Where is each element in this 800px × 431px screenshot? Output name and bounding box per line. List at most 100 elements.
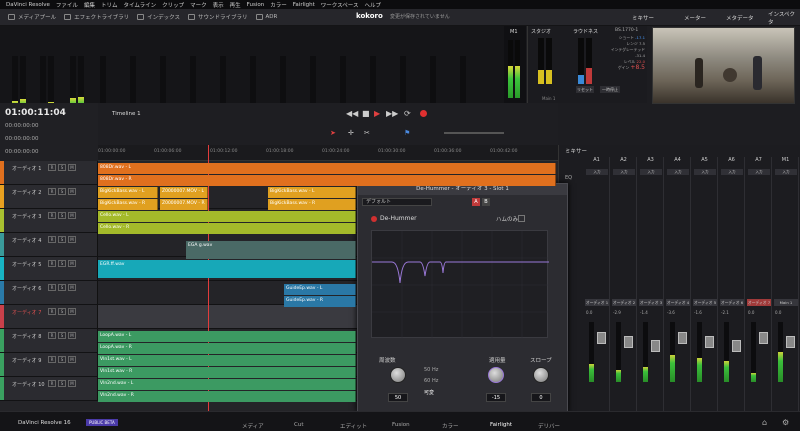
channel-fader[interactable] — [786, 336, 795, 348]
menu-mark[interactable]: マーク — [190, 1, 207, 9]
audio-clip[interactable]: BigKickBass.wav - L — [268, 187, 356, 198]
page-edit[interactable]: エディット — [340, 422, 367, 430]
menu-fusion[interactable]: Fusion — [247, 2, 265, 8]
menu-edit[interactable]: 編集 — [84, 1, 95, 9]
track-m-button[interactable]: M — [68, 164, 76, 171]
track-header[interactable]: オーディオ 3 RSM — [0, 209, 98, 232]
menu-file[interactable]: ファイル — [56, 1, 78, 9]
stop-button[interactable]: ■ — [362, 109, 370, 118]
channel-fader[interactable] — [624, 336, 633, 348]
pause-button[interactable]: 一時停止 — [600, 86, 620, 93]
track-m-button[interactable]: M — [68, 236, 76, 243]
page-fusion[interactable]: Fusion — [392, 422, 410, 428]
menu-fairlight[interactable]: Fairlight — [293, 2, 315, 8]
menu-trim[interactable]: トリム — [101, 1, 118, 9]
sound-library-button[interactable]: サウンドライブラリ — [187, 13, 248, 21]
track-header[interactable]: オーディオ 9 RSM — [0, 353, 98, 376]
forward-button[interactable]: ▶▶ — [386, 109, 398, 118]
track-name[interactable]: オーディオ 9 — [12, 357, 41, 364]
menu-view[interactable]: 表示 — [213, 1, 224, 9]
frequency-value[interactable]: 50 — [388, 393, 408, 402]
menu-timeline[interactable]: タイムライン — [123, 1, 156, 9]
track-header[interactable]: オーディオ 8 RSM — [0, 329, 98, 352]
track-name[interactable]: オーディオ 1 — [12, 165, 41, 172]
slope-knob[interactable] — [533, 367, 549, 383]
plugin-power-icon[interactable] — [371, 216, 377, 222]
track-name[interactable]: オーディオ 10 — [12, 381, 45, 388]
amount-knob[interactable] — [488, 367, 504, 383]
loudness-standard[interactable]: BS.1770-1 — [615, 28, 638, 33]
track-name[interactable]: オーディオ 7 — [12, 309, 41, 316]
track-m-button[interactable]: M — [68, 260, 76, 267]
loop-button[interactable]: ⟳ — [404, 109, 411, 118]
audio-clip[interactable]: Vln1st.wav - L — [98, 355, 356, 366]
page-deliver[interactable]: デリバー — [538, 422, 560, 430]
track-s-button[interactable]: S — [58, 332, 66, 339]
home-icon[interactable]: ⌂ — [762, 418, 767, 427]
track-name[interactable]: オーディオ 6 — [12, 285, 41, 292]
channel-fader[interactable] — [732, 340, 741, 352]
track-r-button[interactable]: R — [48, 332, 56, 339]
track-header[interactable]: オーディオ 5 RSM — [0, 257, 98, 280]
audio-clip[interactable]: GuideEp.wav - L — [284, 284, 356, 295]
channel-input-select[interactable]: 入力 — [586, 169, 608, 175]
index-button[interactable]: インデックス — [137, 13, 180, 21]
track-m-button[interactable]: M — [68, 212, 76, 219]
page-fairlight[interactable]: Fairlight — [490, 422, 512, 428]
track-header[interactable]: オーディオ 7 RSM — [0, 305, 98, 328]
audio-clip[interactable]: Vln2nd.wav - R — [98, 391, 356, 402]
track-s-button[interactable]: S — [58, 260, 66, 267]
track-s-button[interactable]: S — [58, 164, 66, 171]
menu-color[interactable]: カラー — [270, 1, 287, 9]
channel-input-select[interactable]: 入力 — [640, 169, 662, 175]
channel-input-select[interactable]: 入力 — [748, 169, 770, 175]
audio-clip[interactable]: Z0000007.MOV - R — [160, 199, 208, 210]
current-timecode[interactable]: 01:00:11:04 — [5, 108, 66, 118]
track-r-button[interactable]: R — [48, 308, 56, 315]
ab-a-button[interactable]: A — [472, 198, 480, 206]
channel-fader[interactable] — [651, 340, 660, 352]
menu-playback[interactable]: 再生 — [230, 1, 241, 9]
audio-clip[interactable]: Vln1st.wav - R — [98, 367, 356, 378]
track-name[interactable]: オーディオ 5 — [12, 261, 41, 268]
track-s-button[interactable]: S — [58, 308, 66, 315]
audio-clip[interactable]: 808Dr.wav - L — [98, 163, 556, 174]
ab-b-button[interactable]: B — [482, 198, 490, 206]
audio-clip[interactable]: BigKickBass.wav - R — [268, 199, 356, 210]
track-header[interactable]: オーディオ 2 RSM — [0, 185, 98, 208]
freq-option-variable[interactable]: 可変 — [424, 389, 434, 396]
track-header[interactable]: オーディオ 4 RSM — [0, 233, 98, 256]
mixer-toggle[interactable]: ミキサー — [632, 10, 654, 25]
timeline-selector[interactable]: Timeline 1 — [112, 111, 141, 117]
track-r-button[interactable]: R — [48, 164, 56, 171]
audio-clip[interactable]: 808Dr.wav - R — [98, 175, 556, 186]
slope-value[interactable]: 0 — [531, 393, 551, 402]
track-m-button[interactable]: M — [68, 380, 76, 387]
freq-option-60[interactable]: 60 Hz — [424, 378, 438, 384]
track-header[interactable]: オーディオ 6 RSM — [0, 281, 98, 304]
track-m-button[interactable]: M — [68, 284, 76, 291]
track-r-button[interactable]: R — [48, 212, 56, 219]
channel-fader[interactable] — [759, 332, 768, 344]
audio-clip[interactable]: Vln2nd.wav - L — [98, 379, 356, 390]
video-viewer[interactable] — [652, 27, 795, 104]
audio-clip[interactable]: Cello.wav - L — [98, 211, 356, 222]
menu-workspace[interactable]: ワークスペース — [321, 1, 359, 9]
page-media[interactable]: メディア — [242, 422, 264, 430]
track-r-button[interactable]: R — [48, 236, 56, 243]
channel-input-select[interactable]: 入力 — [694, 169, 716, 175]
preset-select[interactable]: デフォルト — [362, 198, 432, 206]
meters-toggle[interactable]: メーター — [684, 10, 706, 25]
channel-input-select[interactable]: 入力 — [721, 169, 743, 175]
metadata-toggle[interactable]: メタデータ — [726, 10, 754, 25]
track-s-button[interactable]: S — [58, 236, 66, 243]
zoom-slider[interactable] — [444, 132, 504, 134]
menu-help[interactable]: ヘルプ — [364, 1, 381, 9]
track-header[interactable]: オーディオ 1 RSM — [0, 161, 98, 184]
pointer-tool-icon[interactable]: ➤ — [330, 129, 336, 137]
razor-tool-icon[interactable]: ✂ — [364, 129, 370, 137]
track-name[interactable]: オーディオ 8 — [12, 333, 41, 340]
record-button[interactable] — [420, 110, 427, 117]
audio-clip[interactable]: Z0000007.MOV - L — [160, 187, 208, 198]
track-s-button[interactable]: S — [58, 188, 66, 195]
